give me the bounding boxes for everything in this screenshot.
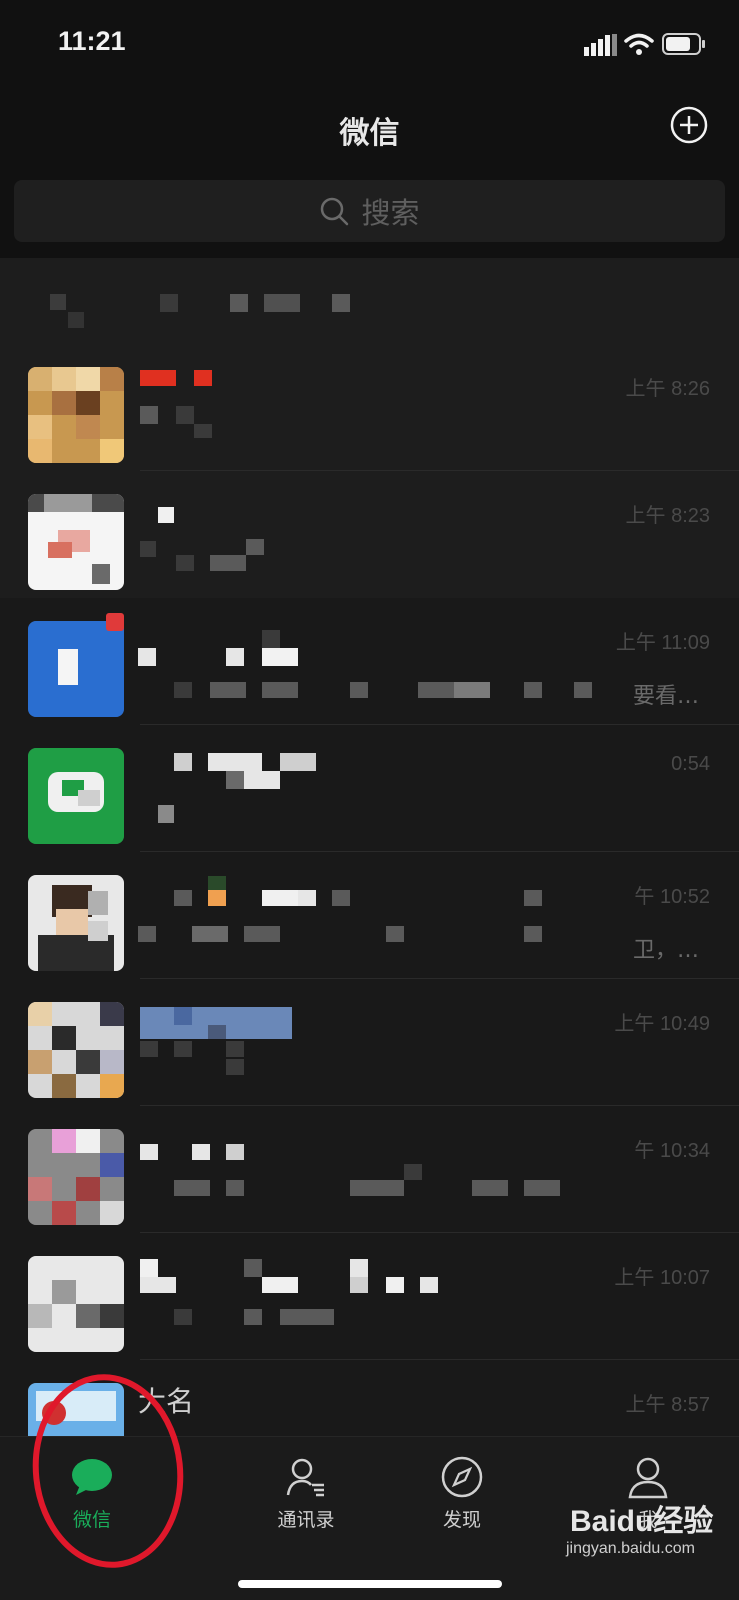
blurred-content	[138, 1255, 598, 1345]
chat-time: 上午 11:09	[615, 632, 710, 654]
chat-time: 0:54	[671, 753, 710, 775]
chat-time: 上午 8:57	[625, 1394, 710, 1416]
avatar	[28, 367, 124, 463]
watermark-brand: Baidu经验	[570, 1505, 714, 1538]
chat-time: 上午 10:07	[614, 1267, 710, 1289]
chat-time: 上午 10:49	[614, 1013, 710, 1035]
avatar	[28, 1256, 124, 1352]
signal-icon	[584, 34, 617, 56]
page-title: 微信	[339, 116, 400, 151]
wifi-icon	[624, 33, 654, 55]
person-icon	[628, 1457, 668, 1499]
chat-time: 上午 8:23	[625, 505, 710, 527]
avatar	[28, 748, 124, 844]
tab-contacts[interactable]: 通讯录	[246, 1455, 366, 1545]
blurred-content	[138, 366, 598, 456]
chat-row[interactable]: 午 10:52 卫，…	[0, 852, 739, 979]
unread-badge	[106, 613, 124, 631]
chat-preview: 要看…	[632, 684, 699, 709]
blurred-content	[50, 294, 350, 328]
chat-list: 上午 8:26 上午 8:23 上午 11:09 要看… 0:54 午 10:5…	[0, 258, 739, 1436]
chat-time: 午 10:34	[634, 1140, 710, 1162]
tab-discover[interactable]: 发现	[402, 1455, 522, 1545]
app-header: 微信	[0, 88, 739, 176]
chat-row[interactable]: 上午 10:49	[0, 979, 739, 1106]
tab-label: 发现	[442, 1509, 481, 1531]
blurred-content	[138, 1128, 598, 1218]
watermark: Baidu经验 jingyan.baidu.com	[566, 1496, 716, 1566]
blurred-content	[138, 620, 598, 710]
chat-row[interactable]: 0:54	[0, 725, 739, 852]
avatar	[28, 1002, 124, 1098]
chat-row[interactable]: 上午 8:26	[0, 344, 739, 471]
blurred-content	[138, 493, 598, 583]
contacts-icon	[286, 1458, 324, 1497]
search-placeholder: 搜索	[361, 196, 420, 230]
pinned-mini-row[interactable]	[0, 258, 739, 344]
blurred-content	[138, 874, 598, 964]
chat-row[interactable]: 午 10:34	[0, 1106, 739, 1233]
avatar	[28, 494, 124, 590]
avatar	[28, 1129, 124, 1225]
battery-icon	[662, 33, 705, 55]
status-bar: 11:21	[0, 0, 739, 88]
blurred-content	[138, 1001, 598, 1091]
compass-icon	[441, 1456, 483, 1498]
highlight-circle-annotation	[32, 1374, 184, 1568]
chat-row[interactable]: 上午 10:07	[0, 1233, 739, 1360]
home-indicator[interactable]	[238, 1580, 502, 1588]
search-icon	[321, 197, 349, 226]
chat-time: 午 10:52	[634, 886, 710, 908]
tab-label: 通讯录	[277, 1509, 335, 1531]
search-input[interactable]: 搜索	[14, 180, 725, 242]
blurred-content	[138, 747, 598, 837]
chat-time: 上午 8:26	[625, 378, 710, 400]
avatar	[28, 613, 124, 717]
watermark-url: jingyan.baidu.com	[566, 1540, 695, 1557]
chat-row[interactable]: 上午 11:09 要看…	[0, 598, 739, 725]
add-circle-icon[interactable]	[670, 106, 708, 144]
status-time: 11:21	[58, 26, 126, 56]
avatar	[28, 875, 124, 971]
chat-preview: 卫，…	[632, 938, 699, 963]
chat-row[interactable]: 上午 8:23	[0, 471, 739, 598]
